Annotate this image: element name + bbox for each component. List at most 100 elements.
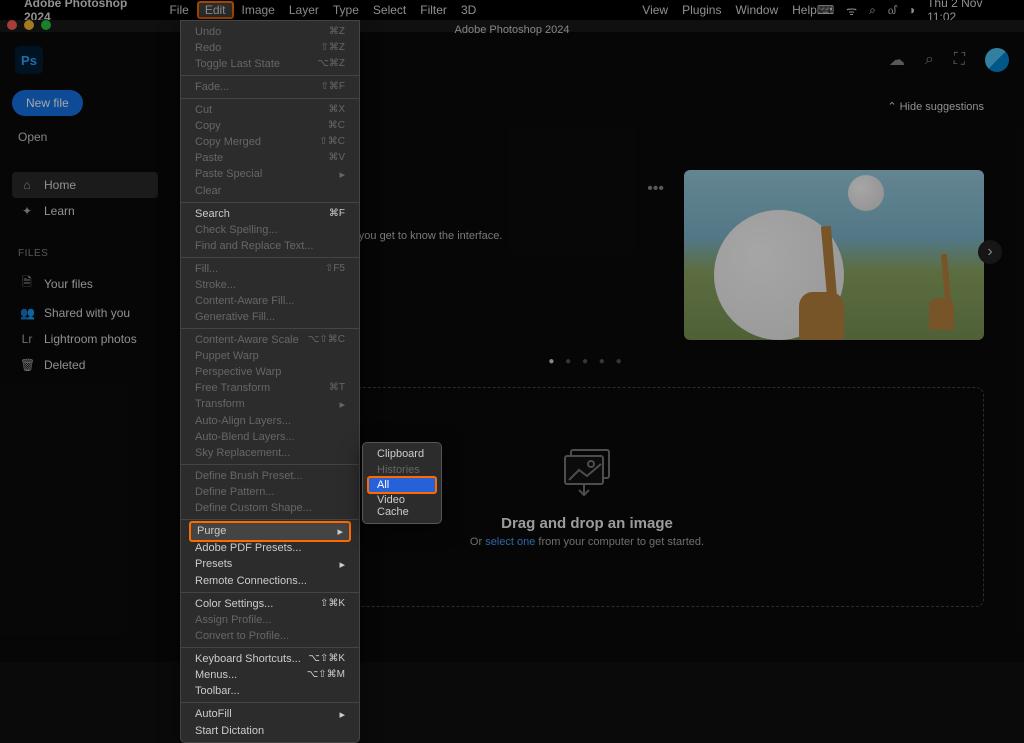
photoshop-logo[interactable]: Ps (15, 46, 43, 74)
files-section-label: FILES (18, 248, 158, 259)
people-icon: 👥 (20, 306, 34, 320)
select-one-link[interactable]: select one (485, 536, 535, 548)
menu-3d[interactable]: 3D (461, 3, 476, 17)
edit-menu-item-check-spelling: Check Spelling... (181, 222, 359, 238)
file-icon: 🗎 (20, 273, 34, 294)
window-title: Adobe Photoshop 2024 (0, 20, 1024, 40)
purge-submenu-item-clipboard[interactable]: Clipboard (363, 446, 441, 462)
menu-layer[interactable]: Layer (289, 3, 319, 17)
edit-menu-item-define-pattern: Define Pattern... (181, 484, 359, 500)
menu-separator (181, 464, 359, 465)
image-stack-icon (557, 446, 617, 501)
menu-image[interactable]: Image (242, 3, 275, 17)
menu-separator (181, 592, 359, 593)
menu-edit[interactable]: Edit (197, 1, 234, 19)
edit-menu-item-fill: Fill...⇧F5 (181, 261, 359, 277)
lightroom-icon: Lr (20, 332, 34, 346)
learn-icon: ✦ (20, 204, 34, 218)
edit-menu-item-puppet-warp: Puppet Warp (181, 348, 359, 364)
sidebar-home-label: Home (44, 178, 76, 192)
menu-file[interactable]: File (169, 3, 188, 17)
edit-menu-item-paste-special: Paste Special (181, 166, 359, 183)
sidebar-learn-label: Learn (44, 204, 75, 218)
menu-window[interactable]: Window (735, 3, 778, 17)
edit-menu-item-remote-connections[interactable]: Remote Connections... (181, 573, 359, 589)
edit-menu-item-auto-align-layers: Auto-Align Layers... (181, 413, 359, 429)
new-file-button[interactable]: New file (12, 90, 83, 116)
menu-select[interactable]: Select (373, 3, 406, 17)
edit-menu-item-redo: Redo⇧⌘Z (181, 40, 359, 56)
menu-separator (181, 647, 359, 648)
cloud-icon[interactable]: ☁ (889, 50, 905, 70)
sidebar: New file Open ⌂ Home ✦ Learn FILES 🗎 You… (0, 90, 170, 378)
dropzone-title: Drag and drop an image (501, 515, 673, 532)
menu-separator (181, 519, 359, 520)
edit-menu-item-content-aware-fill: Content-Aware Fill... (181, 293, 359, 309)
control-center-icon[interactable]: ᧞ (888, 3, 896, 18)
edit-menu-item-copy: Copy⌘C (181, 118, 359, 134)
menu-filter[interactable]: Filter (420, 3, 447, 17)
purge-submenu-item-video-cache[interactable]: Video Cache (363, 492, 441, 520)
edit-menu-item-purge[interactable]: Purge (189, 521, 351, 542)
menu-separator (181, 75, 359, 76)
edit-menu-item-start-dictation[interactable]: Start Dictation (181, 723, 359, 739)
edit-menu-item-find-and-replace-text: Find and Replace Text... (181, 238, 359, 254)
siri-icon[interactable]: ◑ (908, 3, 915, 17)
edit-menu-item-keyboard-shortcuts[interactable]: Keyboard Shortcuts...⌥⇧⌘K (181, 651, 359, 667)
spotlight-icon[interactable]: ⌕ (869, 3, 876, 18)
edit-menu-item-toggle-last-state: Toggle Last State⌥⌘Z (181, 56, 359, 72)
dropzone-subtitle: Or select one from your computer to get … (470, 536, 704, 548)
edit-menu-item-stroke: Stroke... (181, 277, 359, 293)
edit-menu-item-cut: Cut⌘X (181, 102, 359, 118)
menu-separator (181, 202, 359, 203)
battery-icon[interactable]: ⌨︎ (817, 3, 834, 17)
purge-submenu: ClipboardHistoriesAllVideo Cache (362, 442, 442, 524)
edit-menu-item-perspective-warp: Perspective Warp (181, 364, 359, 380)
gift-icon[interactable]: ⛶ (954, 51, 965, 69)
edit-menu-item-adobe-pdf-presets[interactable]: Adobe PDF Presets... (181, 540, 359, 556)
edit-menu-item-auto-blend-layers: Auto-Blend Layers... (181, 429, 359, 445)
menu-view[interactable]: View (642, 3, 668, 17)
edit-menu-item-convert-to-profile: Convert to Profile... (181, 628, 359, 644)
edit-menu-item-clear: Clear (181, 183, 359, 199)
banner-image (684, 170, 984, 340)
sidebar-deleted[interactable]: 🗑 Deleted (12, 352, 158, 378)
user-avatar[interactable] (985, 48, 1009, 72)
edit-menu-item-toolbar[interactable]: Toolbar... (181, 683, 359, 699)
edit-menu-dropdown: Undo⌘ZRedo⇧⌘ZToggle Last State⌥⌘ZFade...… (180, 20, 360, 743)
wifi-icon[interactable]: ᯤ (846, 2, 857, 19)
sidebar-home[interactable]: ⌂ Home (12, 172, 158, 198)
open-button[interactable]: Open (12, 130, 158, 144)
sidebar-your-files[interactable]: 🗎 Your files (12, 267, 158, 300)
banner-overflow-menu[interactable]: ••• (647, 180, 664, 198)
menu-help[interactable]: Help (792, 3, 817, 17)
edit-menu-item-presets[interactable]: Presets (181, 556, 359, 573)
maximize-window-button[interactable] (41, 20, 51, 30)
edit-menu-item-free-transform: Free Transform⌘T (181, 380, 359, 396)
edit-menu-item-generative-fill: Generative Fill... (181, 309, 359, 325)
edit-menu-item-assign-profile: Assign Profile... (181, 612, 359, 628)
edit-menu-item-content-aware-scale: Content-Aware Scale⌥⇧⌘C (181, 332, 359, 348)
window-traffic-lights (7, 20, 51, 30)
trash-icon: 🗑 (20, 358, 34, 372)
hide-suggestions-button[interactable]: Hide suggestions (887, 100, 984, 113)
menu-separator (181, 702, 359, 703)
edit-menu-item-transform: Transform (181, 396, 359, 413)
sidebar-shared[interactable]: 👥 Shared with you (12, 300, 158, 326)
menu-type[interactable]: Type (333, 3, 359, 17)
search-icon[interactable]: ⌕ (925, 51, 934, 69)
sidebar-lightroom[interactable]: Lr Lightroom photos (12, 326, 158, 352)
banner-next-button[interactable]: › (978, 240, 1002, 264)
edit-menu-item-autofill[interactable]: AutoFill (181, 706, 359, 723)
close-window-button[interactable] (7, 20, 17, 30)
menu-plugins[interactable]: Plugins (682, 3, 721, 17)
home-icon: ⌂ (20, 178, 34, 192)
minimize-window-button[interactable] (24, 20, 34, 30)
edit-menu-item-define-brush-preset: Define Brush Preset... (181, 468, 359, 484)
edit-menu-item-color-settings[interactable]: Color Settings...⇧⌘K (181, 596, 359, 612)
menu-separator (181, 328, 359, 329)
sidebar-learn[interactable]: ✦ Learn (12, 198, 158, 224)
edit-menu-item-menus[interactable]: Menus...⌥⇧⌘M (181, 667, 359, 683)
menu-separator (181, 98, 359, 99)
edit-menu-item-search[interactable]: Search⌘F (181, 206, 359, 222)
